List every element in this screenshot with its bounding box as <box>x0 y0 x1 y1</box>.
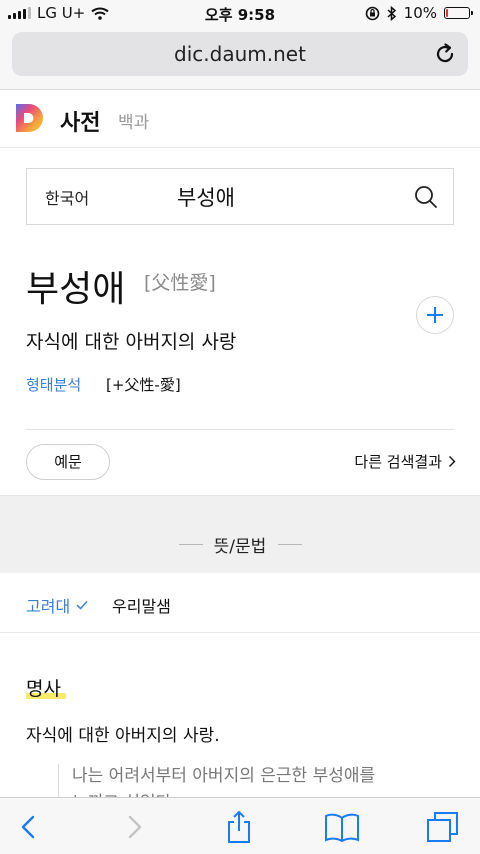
other-results-link[interactable]: 다른 검색결과 <box>354 451 456 472</box>
battery-level-fill <box>446 9 448 17</box>
forward-icon <box>128 815 142 839</box>
example-quote-bar <box>58 764 59 800</box>
bluetooth-icon <box>387 5 396 21</box>
sense-definition: 자식에 대한 아버지의 사랑. <box>26 726 220 746</box>
morphology-link[interactable]: 형태분석 <box>26 374 81 395</box>
bookmarks-icon <box>325 813 359 842</box>
example-line-1: 나는 어려서부터 아버지의 은근한 부성애를 <box>72 766 376 786</box>
browser-chrome: LG U+ 오후 9:58 10% dic.daum.net <box>0 0 480 90</box>
address-bar[interactable]: dic.daum.net <box>12 32 468 76</box>
tabs-button[interactable] <box>423 808 463 846</box>
back-button[interactable] <box>8 808 48 846</box>
morphology-value: [+父性-愛] <box>106 376 181 394</box>
tab-korea-univ[interactable]: 고려대 <box>26 593 88 617</box>
search-box: 한국어 <box>26 168 454 225</box>
section-title: 뜻/문법 <box>213 537 267 557</box>
orientation-lock-icon <box>365 6 379 20</box>
url-text[interactable]: dic.daum.net <box>12 42 468 66</box>
encyclopedia-link[interactable]: 백과 <box>118 108 149 133</box>
plus-icon <box>427 307 443 323</box>
search-icon[interactable] <box>413 184 439 210</box>
example-button[interactable]: 예문 <box>26 444 110 480</box>
tab-urimalsaem[interactable]: 우리말샘 <box>112 593 171 617</box>
battery-percent: 10% <box>403 4 437 22</box>
source-tabs: 고려대 우리말샘 <box>0 573 480 633</box>
add-wordbook-button[interactable] <box>416 296 454 334</box>
search-input[interactable] <box>177 181 397 213</box>
back-icon <box>21 815 35 839</box>
share-icon <box>228 810 250 843</box>
headword: 부성애 <box>26 269 126 310</box>
chevron-right-icon <box>449 456 456 467</box>
check-icon <box>76 600 88 610</box>
hanja-label: [父性愛] <box>144 272 216 294</box>
part-of-speech: 명사 <box>26 678 61 700</box>
status-right: 10% <box>365 4 473 22</box>
divider <box>26 429 454 430</box>
daum-logo-icon[interactable] <box>14 102 46 134</box>
battery-icon <box>444 7 473 19</box>
other-results-label: 다른 검색결과 <box>354 453 442 471</box>
reload-icon[interactable] <box>432 41 458 67</box>
share-button[interactable] <box>219 808 259 846</box>
tabs-icon <box>427 812 458 842</box>
dictionary-title[interactable]: 사전 <box>60 105 100 137</box>
tab-korea-univ-label: 고려대 <box>26 597 71 616</box>
forward-button[interactable] <box>115 808 155 846</box>
meaning-summary: 자식에 대한 아버지의 사랑 <box>26 331 237 353</box>
site-header: 사전 백과 <box>0 90 480 148</box>
section-title-line-right <box>278 544 302 545</box>
browser-toolbar <box>0 797 480 854</box>
status-bar: LG U+ 오후 9:58 10% <box>0 0 480 28</box>
bookmarks-button[interactable] <box>322 808 362 846</box>
language-select[interactable]: 한국어 <box>45 185 89 209</box>
